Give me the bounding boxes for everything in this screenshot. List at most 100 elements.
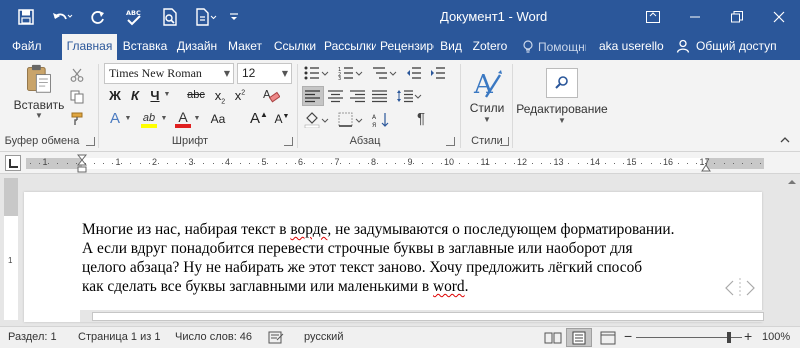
decrease-indent-button[interactable] [404,64,424,82]
tab-insert[interactable]: Вставка [120,34,170,60]
status-word-count[interactable]: Число слов: 46 [175,331,252,343]
spelling-button[interactable]: ABC [116,4,152,30]
justify-button[interactable] [370,86,390,106]
editing-button[interactable]: Редактирование ▼ [516,64,608,128]
tab-home[interactable]: Главная [62,34,117,60]
underline-button[interactable]: Ч [148,88,162,103]
share-button[interactable]: Общий доступ [676,34,777,58]
show-marks-button[interactable]: ¶ [414,110,428,127]
sort-button[interactable]: AЯ [372,112,390,131]
tab-design[interactable]: Дизайн [174,34,220,60]
undo-button[interactable] [44,4,80,30]
ruler-number: 12 [517,157,528,167]
spelling-error[interactable]: word [433,278,465,295]
ruler-tick [176,163,177,164]
paragraph-dialog-launcher[interactable] [446,137,455,146]
copy-button[interactable] [68,88,86,106]
italic-button[interactable]: К [128,88,142,103]
superscript-button[interactable]: x2 [232,88,248,103]
horizontal-scrollbar-thumb[interactable] [92,312,764,321]
proofing-icon[interactable] [268,331,284,345]
collapse-ribbon-button[interactable] [778,134,792,146]
align-right-button[interactable] [348,86,368,106]
grow-font-button[interactable]: A▲ [250,110,268,127]
ruler-tick [541,163,542,164]
font-dialog-launcher[interactable] [284,137,293,146]
print-layout-button[interactable] [566,328,592,347]
align-left-button[interactable] [302,86,324,106]
read-mode-icon[interactable] [544,331,562,345]
font-name-combo[interactable]: Times New Roman ▼ [104,63,234,84]
spelling-error[interactable]: ворде [290,221,327,238]
bullets-button[interactable] [302,64,332,82]
quick-access-customize-button[interactable] [224,4,244,30]
shrink-font-button[interactable]: A▼ [274,112,290,126]
indent-marker-icon[interactable] [77,154,87,174]
tab-mailings[interactable]: Рассылки [324,34,376,60]
bold-button[interactable]: Ж [108,88,122,103]
vertical-ruler-margin [4,178,18,216]
minimize-button[interactable] [674,0,716,34]
restore-button[interactable] [716,0,758,34]
styles-button[interactable]: A Стили ▼ [464,64,510,128]
ruler-tick [559,163,561,164]
status-section[interactable]: Раздел: 1 [8,331,57,343]
zoom-slider-thumb[interactable] [727,332,731,343]
font-size-combo[interactable]: 12 ▼ [237,63,292,84]
vertical-scrollbar[interactable] [784,174,800,310]
tab-layout[interactable]: Макет [225,34,265,60]
zoom-in-button[interactable]: + [744,328,752,344]
ruler-number: 8 [371,157,377,167]
redo-button[interactable] [80,4,116,30]
close-button[interactable] [758,0,800,34]
right-indent-marker-icon[interactable] [701,162,711,172]
grow-font-label: A [250,110,261,127]
scroll-up-icon[interactable] [784,176,800,188]
highlight-button[interactable]: ab [138,110,160,130]
font-color-button[interactable]: A [174,108,192,130]
touch-mode-button[interactable] [188,4,224,30]
text-run: . [464,278,469,295]
increase-indent-button[interactable] [428,64,448,82]
tab-review[interactable]: Рецензирование [380,34,434,60]
web-layout-icon[interactable] [600,331,616,345]
ruler-tick [604,163,606,164]
zoom-level[interactable]: 100% [762,331,790,343]
styles-dialog-launcher[interactable] [500,137,509,146]
line-spacing-button[interactable] [394,86,424,106]
ruler-tick [577,163,579,164]
save-button[interactable] [8,4,44,30]
zoom-out-button[interactable]: − [624,328,632,344]
multilevel-list-button[interactable] [370,64,400,82]
tab-view[interactable]: Вид [438,34,464,60]
next-page-arrows-icon[interactable] [724,278,758,298]
clear-formatting-button[interactable]: A [260,86,282,104]
status-language[interactable]: русский [304,331,343,343]
paste-button[interactable]: Вставить ▼ [14,64,64,120]
user-name[interactable]: aka userello [599,34,664,58]
borders-button[interactable] [336,110,366,130]
subscript-button[interactable]: x2 [212,88,228,106]
numbering-button[interactable]: 123 [336,64,366,82]
tab-references[interactable]: Ссылки [270,34,320,60]
shading-button[interactable] [302,110,332,130]
ribbon-display-options-button[interactable] [632,0,674,34]
change-case-button[interactable]: Aa [205,112,231,126]
strikethrough-button[interactable]: abc [184,89,208,101]
tab-zotero[interactable]: Zotero [468,34,512,60]
clipboard-dialog-launcher[interactable] [86,137,95,146]
ruler-tick [249,163,250,164]
chevron-down-icon[interactable]: ▼ [163,91,171,98]
document-page[interactable]: Многие из нас, набирая текст в ворде, не… [24,192,762,322]
format-painter-button[interactable] [68,110,86,128]
status-page[interactable]: Страница 1 из 1 [78,331,160,343]
cut-button[interactable] [68,66,86,84]
tell-me-box[interactable]: Помощник [522,34,586,60]
align-center-button[interactable] [326,86,346,106]
text-effects-button[interactable]: A [106,110,124,127]
document-body[interactable]: Многие из нас, набирая текст в ворде, не… [82,220,722,296]
horizontal-ruler[interactable]: 1 1 2 3 4 5 6 7 8 9 10 11 12 13 14 15 16 17 [0,152,800,174]
tab-file[interactable]: Файл [12,34,54,60]
print-preview-button[interactable] [152,4,188,30]
tab-stop-selector[interactable] [5,155,21,171]
